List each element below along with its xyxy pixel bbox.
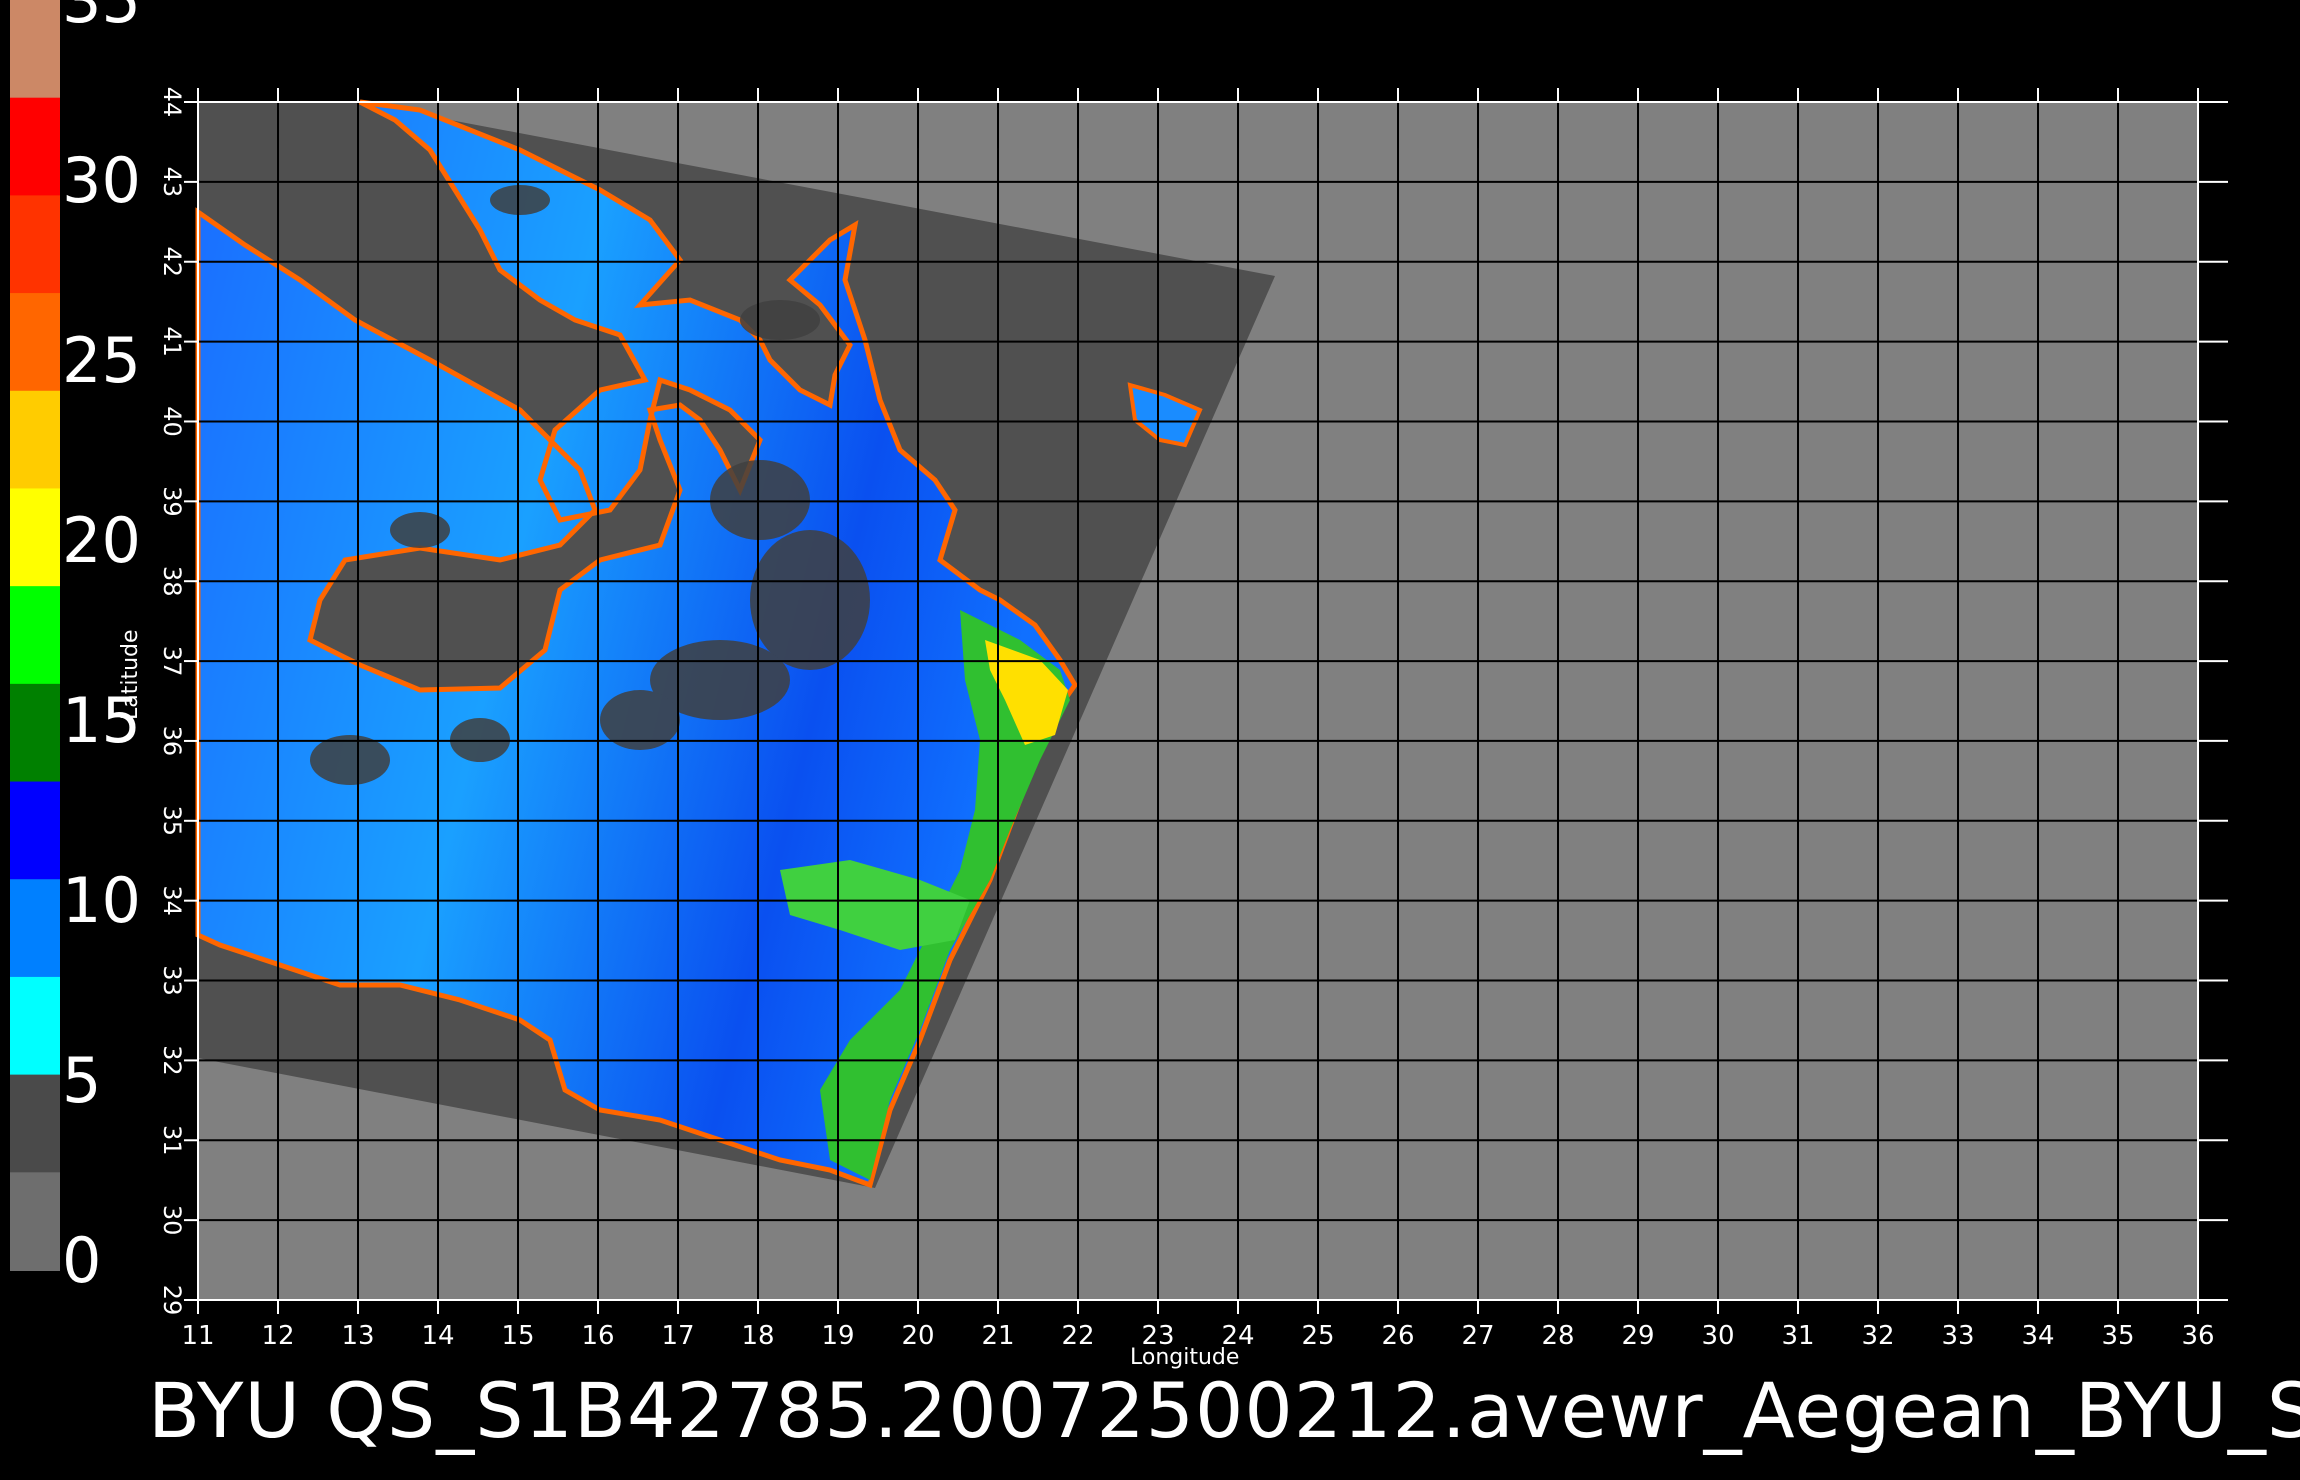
colorbar-segment — [10, 390, 60, 490]
y-tick-label: 38 — [158, 566, 186, 597]
colorbar-tick-label: 20 — [62, 504, 141, 577]
x-tick-label: 14 — [421, 1321, 454, 1351]
image-caption: BYU QS_S1B42785.20072500212.avewr_Aegean… — [148, 1366, 2300, 1455]
x-tick-label: 15 — [501, 1321, 534, 1351]
wind-map: 11 12 13 14 15 16 17 18 19 20 21 22 23 24 25 26 27 28 29 30… — [10, 0, 2228, 1351]
y-tick-label: 30 — [158, 1205, 186, 1236]
colorbar — [10, 0, 60, 1271]
y-tick-label: 34 — [158, 885, 186, 916]
colorbar-segment — [10, 1074, 60, 1174]
colorbar-tick-label: 15 — [62, 684, 141, 757]
y-tick-label: 39 — [158, 486, 186, 517]
y-tick-label: 40 — [158, 406, 186, 437]
y-tick-label: 31 — [158, 1125, 186, 1156]
x-tick-label: 11 — [181, 1321, 214, 1351]
y-tick-label: 29 — [158, 1285, 186, 1316]
colorbar-segment — [10, 97, 60, 197]
x-tick-label: 16 — [581, 1321, 614, 1351]
y-tick-label: 42 — [158, 246, 186, 277]
colorbar-segment — [10, 781, 60, 881]
y-tick-label: 35 — [158, 806, 186, 837]
x-tick-label: 35 — [2101, 1321, 2134, 1351]
x-tick-label: 22 — [1061, 1321, 1094, 1351]
x-tick-label: 21 — [981, 1321, 1014, 1351]
x-tick-label: 29 — [1621, 1321, 1654, 1351]
colorbar-segment — [10, 976, 60, 1076]
x-tick-label: 25 — [1301, 1321, 1334, 1351]
y-tick-label: 44 — [158, 87, 186, 118]
x-tick-label: 27 — [1461, 1321, 1494, 1351]
x-tick-label: 13 — [341, 1321, 374, 1351]
colorbar-tick-label: 30 — [62, 144, 141, 217]
y-tick-label: 33 — [158, 965, 186, 996]
x-tick-label: 31 — [1781, 1321, 1814, 1351]
colorbar-segment — [10, 1172, 60, 1271]
colorbar-tick-label: 10 — [62, 864, 141, 937]
colorbar-segment — [10, 293, 60, 392]
colorbar-tick-label: 25 — [62, 324, 141, 397]
colorbar-tick-label: 35 — [62, 0, 141, 37]
colorbar-tick-label: 5 — [62, 1044, 102, 1117]
colorbar-segment — [10, 195, 60, 295]
colorbar-segment — [10, 683, 60, 783]
x-tick-label: 18 — [741, 1321, 774, 1351]
colorbar-segment — [10, 0, 60, 99]
x-tick-label: 36 — [2181, 1321, 2214, 1351]
colorbar-segment — [10, 879, 60, 978]
x-tick-label: 30 — [1701, 1321, 1734, 1351]
y-tick-label: 36 — [158, 726, 186, 757]
x-tick-label: 12 — [261, 1321, 294, 1351]
colorbar-segment — [10, 488, 60, 588]
x-tick-label: 17 — [661, 1321, 694, 1351]
x-tick-label: 26 — [1381, 1321, 1414, 1351]
y-tick-label: 37 — [158, 646, 186, 677]
x-tick-label: 34 — [2021, 1321, 2054, 1351]
x-tick-label: 19 — [821, 1321, 854, 1351]
y-tick-label: 32 — [158, 1045, 186, 1076]
colorbar-tick-label: 0 — [62, 1224, 102, 1297]
x-tick-label: 33 — [1941, 1321, 1974, 1351]
colorbar-segment — [10, 586, 60, 685]
x-tick-label: 20 — [901, 1321, 934, 1351]
x-tick-label: 32 — [1861, 1321, 1894, 1351]
y-tick-label: 41 — [158, 326, 186, 357]
y-tick-label: 43 — [158, 167, 186, 198]
x-tick-label: 28 — [1541, 1321, 1574, 1351]
